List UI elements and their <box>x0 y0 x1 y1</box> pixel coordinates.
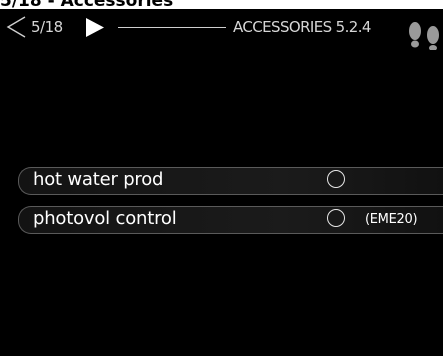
title-divider <box>118 27 226 28</box>
accessory-model-note: (EME20) <box>365 212 418 227</box>
arrow-right-filled-icon <box>86 18 104 37</box>
previous-page-button[interactable] <box>5 16 27 42</box>
display-screen: 5/18 ACCESSORIES 5.2.4 hot water prod ph… <box>0 9 443 356</box>
menu-title: ACCESSORIES 5.2.4 <box>233 18 371 36</box>
menu-item-hot-water-prod[interactable]: hot water prod <box>18 167 443 195</box>
footprints-icon <box>409 22 439 51</box>
hot-water-prod-radio[interactable] <box>327 170 345 188</box>
arrow-left-outline-icon <box>6 16 26 38</box>
photovol-control-radio[interactable] <box>327 209 345 227</box>
menu-item-label: hot water prod <box>33 169 164 190</box>
menu-item-label: photovol control <box>33 208 177 229</box>
page-indicator: 5/18 <box>31 18 63 36</box>
help-button[interactable] <box>406 18 443 54</box>
next-page-button[interactable] <box>85 18 105 41</box>
menu-item-photovol-control[interactable]: photovol control (EME20) <box>18 206 443 234</box>
top-bar: 5/18 ACCESSORIES 5.2.4 <box>0 9 443 57</box>
